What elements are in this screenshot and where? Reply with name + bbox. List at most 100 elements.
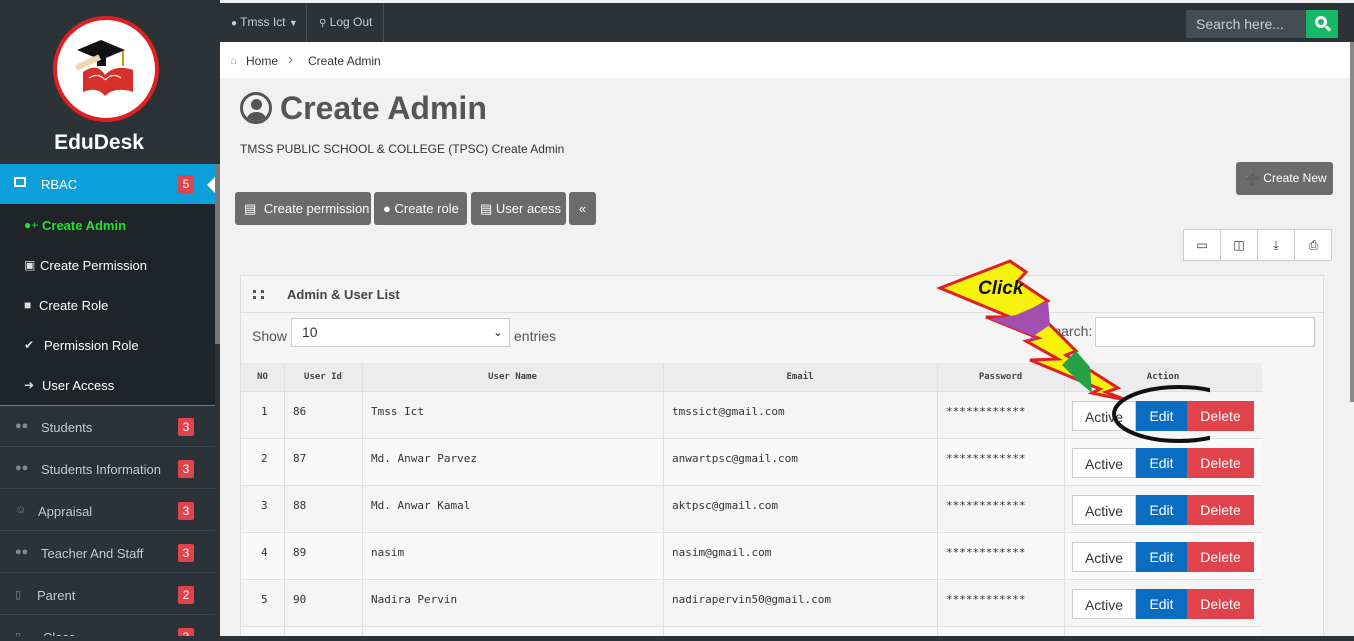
- list-icon: ▤: [244, 201, 257, 216]
- table-row: 2 87 Md. Anwar Parvez anwartpsc@gmail.co…: [241, 438, 1262, 485]
- breadcrumb: ⌂ Home › Create Admin: [220, 42, 1351, 78]
- column-header[interactable]: User Name: [362, 363, 663, 391]
- sidebar-item-user-access[interactable]: ➜ User Access: [0, 364, 215, 404]
- sidebar-item-permission-role[interactable]: ✔ Permission Role: [0, 324, 215, 364]
- sidebar-item-create-permission[interactable]: ▣ Create Permission: [0, 244, 215, 284]
- password: ************: [946, 593, 1026, 606]
- click-annotation-label: Click: [978, 278, 1024, 299]
- create-role-label: Create role: [394, 201, 459, 216]
- user-name: Tmss Ict: [240, 15, 286, 29]
- print-icon[interactable]: ⎙: [1295, 230, 1332, 260]
- school-logo[interactable]: [53, 16, 159, 122]
- row-no: 1: [261, 405, 268, 418]
- sidebar-item-rbac[interactable]: RBAC 5: [0, 164, 215, 204]
- delete-button[interactable]: Delete: [1187, 448, 1254, 478]
- sidebar-item-label: Appraisal: [38, 504, 93, 519]
- sidebar-item-label: Students Information: [41, 462, 161, 477]
- user-id: 86: [293, 405, 307, 418]
- active-button[interactable]: Active: [1072, 495, 1136, 525]
- sidebar-item-label: Students: [41, 420, 93, 435]
- logout-link[interactable]: ⚲ Log Out: [319, 3, 372, 42]
- sidebar-scrollbar[interactable]: [215, 164, 220, 344]
- user-access-button[interactable]: ▤ User acess: [471, 192, 566, 225]
- divider: [383, 3, 384, 42]
- home-icon: ⌂: [230, 55, 237, 67]
- edit-button[interactable]: Edit: [1136, 542, 1187, 572]
- admin-user-list-panel: Admin & User List Show 10 ⌄ entries Sear…: [240, 275, 1324, 641]
- email: anwartpsc@gmail.com: [672, 452, 798, 465]
- active-button[interactable]: Active: [1072, 589, 1136, 619]
- download-icon[interactable]: ⤓: [1258, 230, 1295, 260]
- user-icon: ●: [231, 18, 238, 29]
- export-toolbar: ▭ ◫ ⤓ ⎙: [1183, 229, 1332, 261]
- sidebar-item-create-admin[interactable]: ●+ Create Admin: [0, 204, 215, 244]
- column-header: Action: [1064, 363, 1262, 391]
- panel-title: Admin & User List: [287, 287, 400, 302]
- bottom-border: [0, 636, 1354, 641]
- column-divider: [1064, 363, 1065, 641]
- sidebar-item-appraisal[interactable]: ☺ Appraisal 3: [0, 490, 215, 531]
- delete-button[interactable]: Delete: [1187, 401, 1254, 431]
- create-new-button[interactable]: ➕ Create New: [1236, 162, 1333, 195]
- sign-in-icon: ➜: [24, 378, 35, 392]
- plus-circle-icon: ➕: [1245, 171, 1260, 185]
- column-header[interactable]: Password: [937, 363, 1064, 391]
- row-no: 5: [261, 593, 268, 606]
- pdf-export-icon[interactable]: ▭: [1184, 230, 1221, 260]
- email: aktpsc@gmail.com: [672, 499, 778, 512]
- breadcrumb-home[interactable]: Home: [246, 54, 278, 68]
- page-title: Create Admin: [280, 90, 487, 126]
- unlock-icon: ▣: [24, 258, 36, 272]
- create-permission-button[interactable]: ▤ Create permission: [235, 192, 371, 225]
- divider: [306, 3, 307, 42]
- active-button[interactable]: Active: [1072, 542, 1136, 572]
- column-header[interactable]: User Id: [284, 363, 362, 391]
- edit-button[interactable]: Edit: [1136, 401, 1187, 431]
- user-id: 89: [293, 546, 307, 559]
- user-name: Md. Anwar Parvez: [371, 452, 477, 465]
- delete-button[interactable]: Delete: [1187, 589, 1254, 619]
- create-permission-label: Create permission: [263, 201, 370, 216]
- sidebar-item-label: Teacher And Staff: [41, 546, 144, 561]
- search-button[interactable]: [1306, 10, 1338, 38]
- sidebar: EduDesk RBAC 5 ●+ Create Admin ▣ Create …: [0, 0, 220, 641]
- count-badge: 5: [178, 175, 194, 193]
- plus-circle-icon: ●: [383, 201, 391, 216]
- delete-button[interactable]: Delete: [1187, 542, 1254, 572]
- table-search-label: Search:: [1044, 323, 1093, 339]
- entries-select[interactable]: 10 ⌄: [291, 318, 510, 347]
- create-role-button[interactable]: ● Create role: [374, 192, 467, 225]
- page-scrollbar[interactable]: [1350, 42, 1354, 402]
- table-search-input[interactable]: [1095, 317, 1315, 347]
- edit-button[interactable]: Edit: [1136, 589, 1187, 619]
- sidebar-item-teacher-and-staff[interactable]: ●● Teacher And Staff 3: [0, 532, 215, 573]
- panel-header: Admin & User List: [241, 276, 1323, 313]
- excel-export-icon[interactable]: ◫: [1221, 230, 1258, 260]
- sidebar-item-create-role[interactable]: ■ Create Role: [0, 284, 215, 324]
- edit-button[interactable]: Edit: [1136, 495, 1187, 525]
- create-new-label: Create New: [1263, 171, 1327, 185]
- table-row: 3 88 Md. Anwar Kamal aktpsc@gmail.com **…: [241, 485, 1262, 532]
- user-name: nasim: [371, 546, 405, 559]
- active-button[interactable]: Active: [1072, 401, 1136, 431]
- user-menu[interactable]: ● Tmss Ict ▼: [231, 3, 298, 42]
- email: tmssict@gmail.com: [672, 405, 785, 418]
- email: nadirapervin50@gmail.com: [672, 593, 831, 606]
- edit-button[interactable]: Edit: [1136, 448, 1187, 478]
- delete-button[interactable]: Delete: [1187, 495, 1254, 525]
- sidebar-item-parent[interactable]: ▯ Parent 2: [0, 574, 215, 615]
- users-icon: ●●: [15, 462, 29, 474]
- sidebar-item-students-information[interactable]: ●● Students Information 3: [0, 448, 215, 489]
- column-header[interactable]: NO: [241, 363, 284, 391]
- users-icon: ●●: [15, 546, 29, 558]
- grid-icon: [253, 290, 264, 299]
- column-divider: [362, 363, 363, 641]
- active-button[interactable]: Active: [1072, 448, 1136, 478]
- column-header[interactable]: Email: [663, 363, 937, 391]
- list-icon: ▤: [480, 201, 493, 216]
- count-badge: 2: [178, 586, 194, 604]
- collapse-button[interactable]: «: [569, 192, 596, 225]
- global-search-input[interactable]: Search here...: [1186, 10, 1306, 38]
- table-row: 4 89 nasim nasim@gmail.com ************ …: [241, 532, 1262, 579]
- sidebar-item-students[interactable]: ●● Students 3: [0, 406, 215, 447]
